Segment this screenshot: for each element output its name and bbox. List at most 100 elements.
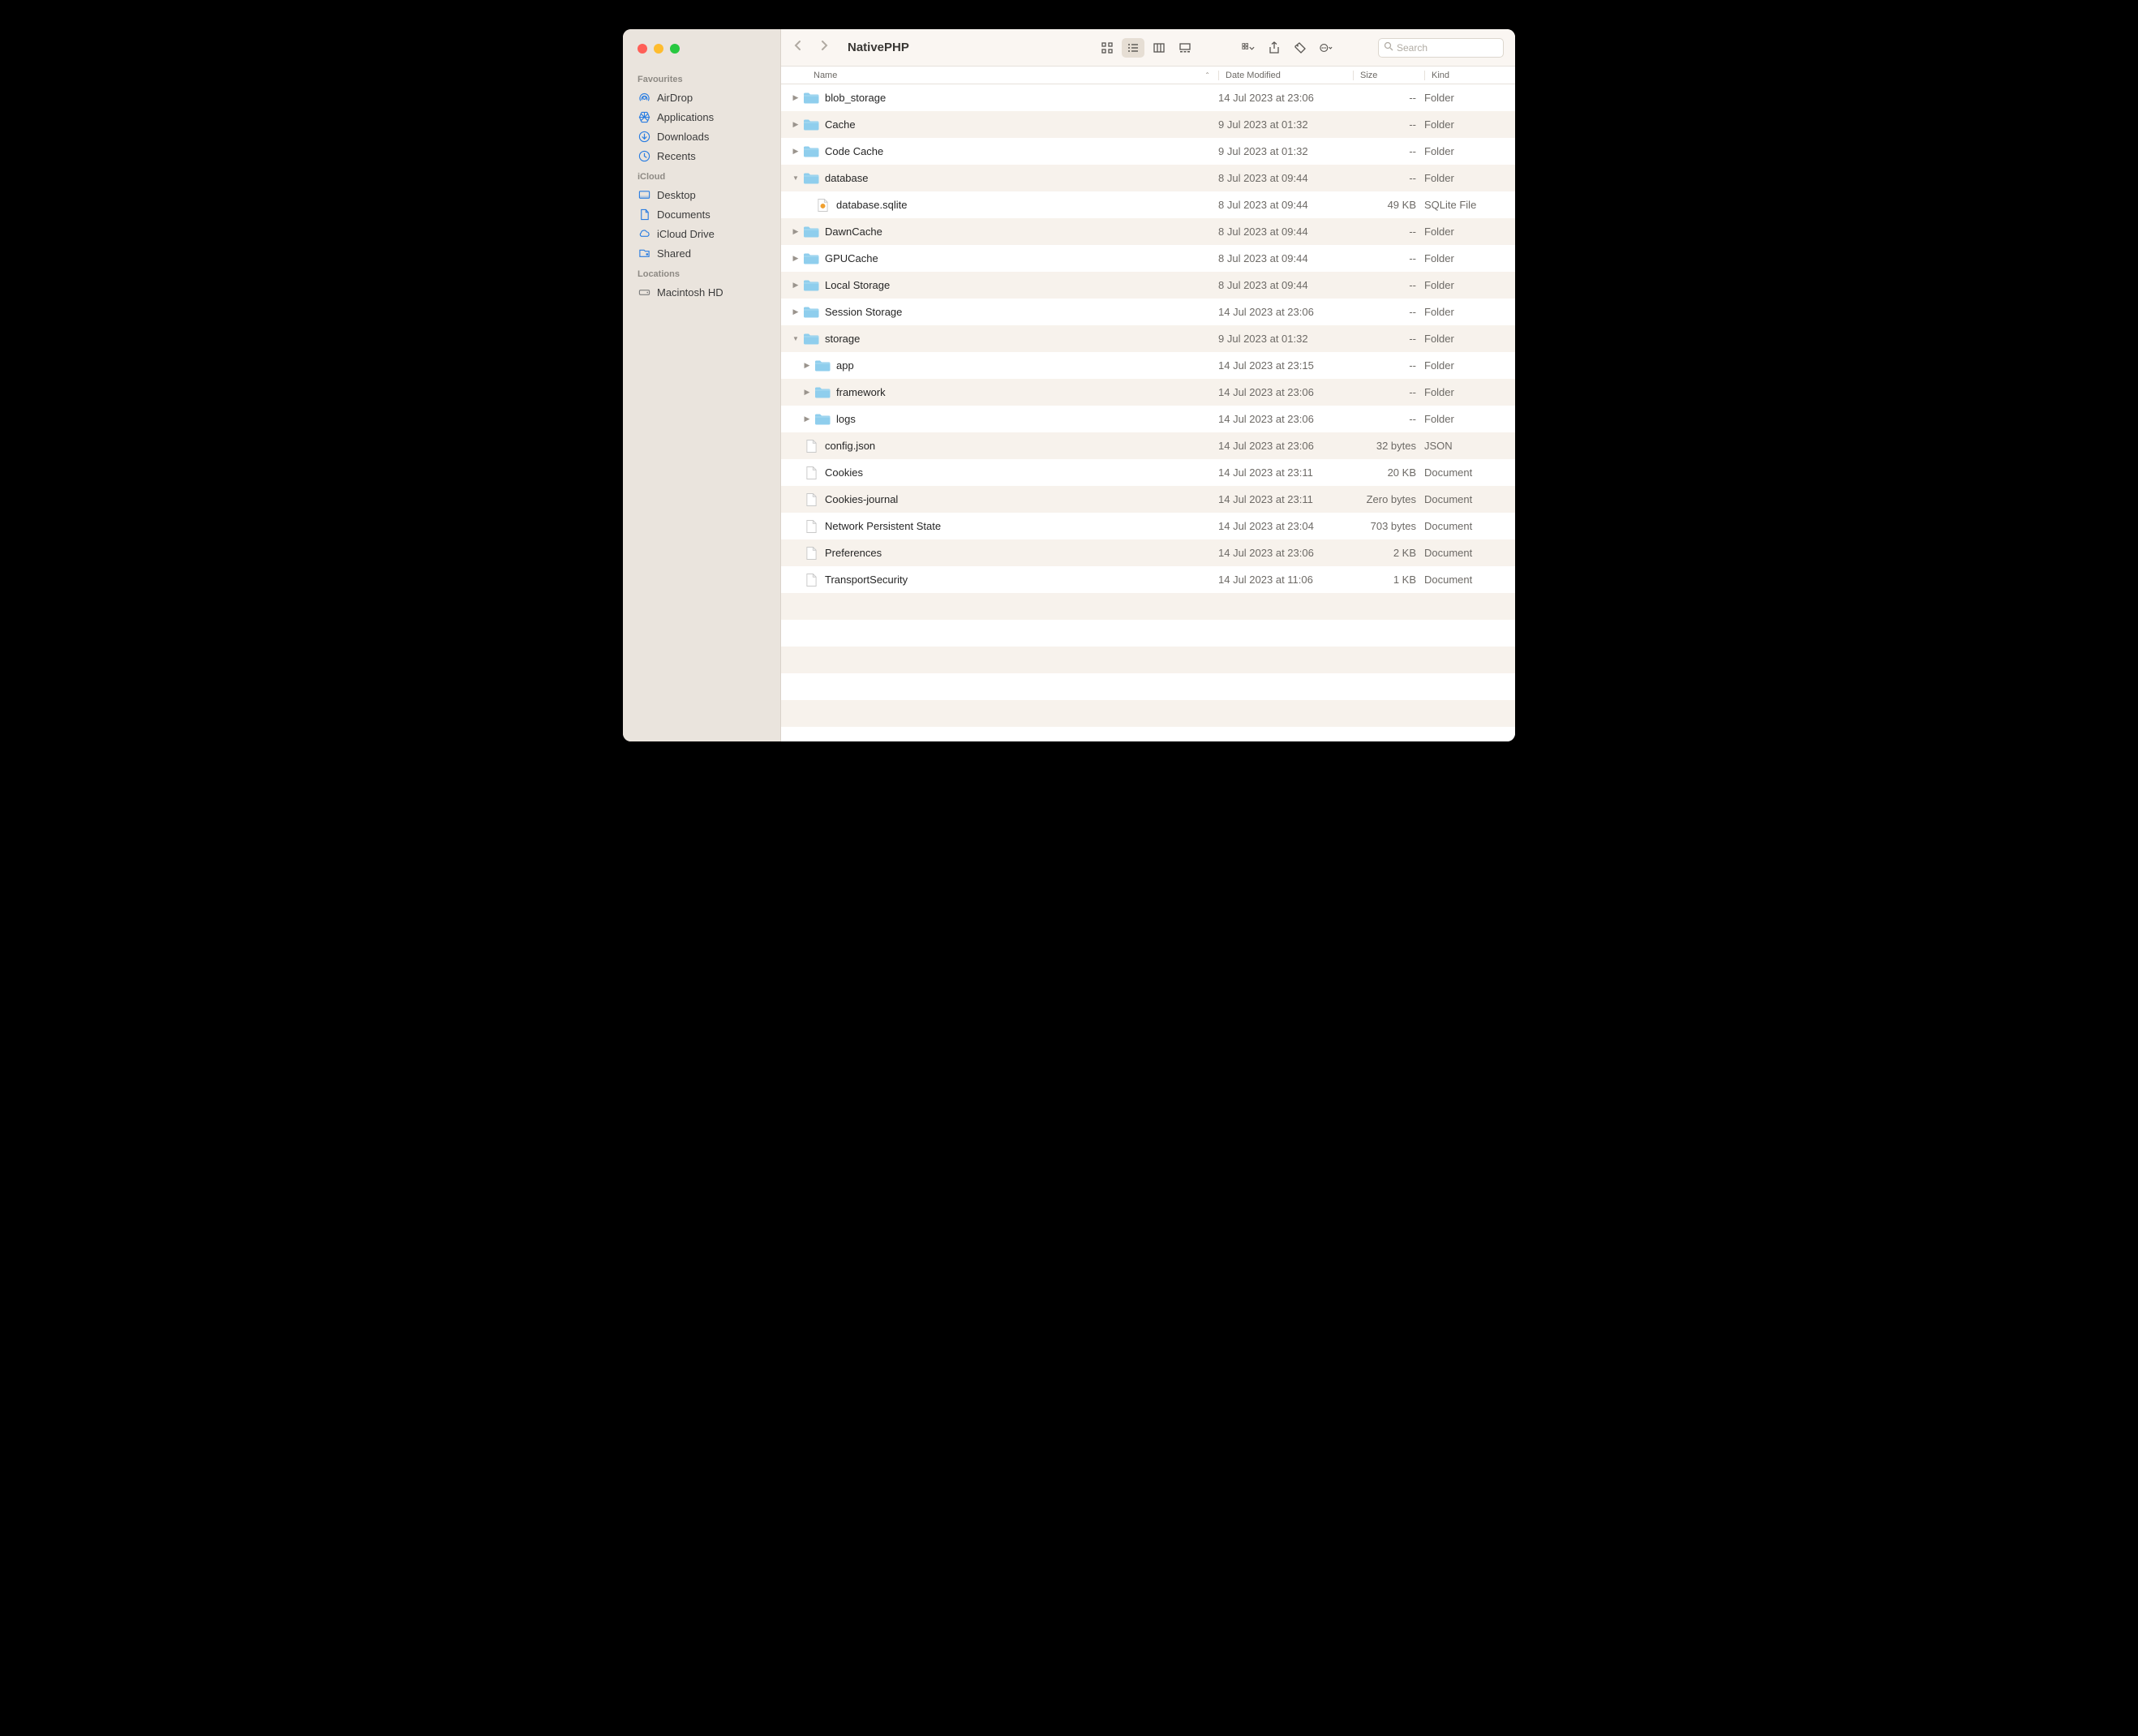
file-kind: Folder: [1424, 359, 1515, 372]
file-name: Cache: [825, 118, 1218, 131]
file-date: 8 Jul 2023 at 09:44: [1218, 199, 1353, 211]
sidebar-item-shared[interactable]: Shared: [623, 243, 780, 263]
column-view-button[interactable]: [1148, 38, 1170, 58]
file-list[interactable]: ▶ blob_storage 14 Jul 2023 at 23:06 -- Folde…: [781, 84, 1515, 741]
search-input[interactable]: [1397, 42, 1515, 54]
column-header-row: Name ⌃ Date Modified Size Kind: [781, 67, 1515, 84]
file-size: 1 KB: [1353, 574, 1424, 586]
file-date: 9 Jul 2023 at 01:32: [1218, 118, 1353, 131]
sidebar-item-airdrop[interactable]: AirDrop: [623, 88, 780, 107]
list-view-button[interactable]: [1122, 38, 1144, 58]
file-date: 14 Jul 2023 at 23:06: [1218, 306, 1353, 318]
file-kind: Folder: [1424, 92, 1515, 104]
disclosure-triangle[interactable]: ▼: [791, 174, 801, 182]
file-icon: [802, 491, 820, 509]
file-date: 8 Jul 2023 at 09:44: [1218, 279, 1353, 291]
disclosure-triangle[interactable]: ▶: [791, 120, 801, 129]
disclosure-triangle[interactable]: ▶: [791, 147, 801, 156]
empty-row: [781, 620, 1515, 647]
file-row[interactable]: ▶Cache9 Jul 2023 at 01:32--Folder: [781, 111, 1515, 138]
sidebar-item-downloads[interactable]: Downloads: [623, 127, 780, 146]
file-row[interactable]: ▶Code Cache9 Jul 2023 at 01:32--Folder: [781, 138, 1515, 165]
icon-view-button[interactable]: [1096, 38, 1118, 58]
sidebar-item-macintosh-hd[interactable]: Macintosh HD: [623, 282, 780, 302]
file-kind: Document: [1424, 520, 1515, 532]
disclosure-triangle[interactable]: ▶: [802, 415, 812, 423]
disclosure-triangle[interactable]: ▶: [791, 254, 801, 263]
actions-button[interactable]: [1315, 38, 1337, 58]
search-field[interactable]: [1378, 38, 1504, 58]
file-kind: Folder: [1424, 413, 1515, 425]
file-size: Zero bytes: [1353, 493, 1424, 505]
file-row[interactable]: ▶Local Storage8 Jul 2023 at 09:44--Folde…: [781, 272, 1515, 299]
sort-ascending-icon: ⌃: [1204, 71, 1210, 79]
forward-button[interactable]: [818, 40, 830, 55]
file-kind: Folder: [1424, 306, 1515, 318]
file-row[interactable]: Network Persistent State14 Jul 2023 at 2…: [781, 513, 1515, 539]
sidebar-item-icloud-drive[interactable]: iCloud Drive: [623, 224, 780, 243]
file-row[interactable]: Cookies14 Jul 2023 at 23:1120 KBDocument: [781, 459, 1515, 486]
column-header-size[interactable]: Size: [1353, 71, 1424, 80]
apps-icon: [638, 110, 650, 123]
folder-icon: [802, 89, 820, 107]
file-size: 32 bytes: [1353, 440, 1424, 452]
column-header-date[interactable]: Date Modified: [1218, 71, 1353, 80]
file-name: blob_storage: [825, 92, 1218, 104]
file-row[interactable]: ▶logs14 Jul 2023 at 23:06--Folder: [781, 406, 1515, 432]
file-row[interactable]: ▶DawnCache8 Jul 2023 at 09:44--Folder: [781, 218, 1515, 245]
share-button[interactable]: [1263, 38, 1286, 58]
sidebar-item-documents[interactable]: Documents: [623, 204, 780, 224]
file-date: 14 Jul 2023 at 23:11: [1218, 493, 1353, 505]
file-row[interactable]: ▼database8 Jul 2023 at 09:44--Folder: [781, 165, 1515, 191]
file-name: Code Cache: [825, 145, 1218, 157]
file-kind: Folder: [1424, 386, 1515, 398]
sidebar: Favourites AirDrop Applications Download…: [623, 29, 781, 741]
tags-button[interactable]: [1289, 38, 1312, 58]
file-size: 20 KB: [1353, 466, 1424, 479]
disclosure-triangle[interactable]: ▶: [802, 361, 812, 370]
sidebar-section-locations: Locations: [623, 263, 780, 282]
group-by-button[interactable]: [1237, 38, 1260, 58]
minimize-window-button[interactable]: [654, 44, 663, 54]
disclosure-triangle[interactable]: ▶: [791, 227, 801, 236]
file-row[interactable]: ▶blob_storage14 Jul 2023 at 23:06--Folde…: [781, 84, 1515, 111]
file-size: --: [1353, 279, 1424, 291]
zoom-window-button[interactable]: [670, 44, 680, 54]
sidebar-item-applications[interactable]: Applications: [623, 107, 780, 127]
file-row[interactable]: Cookies-journal14 Jul 2023 at 23:11Zero …: [781, 486, 1515, 513]
back-button[interactable]: [792, 40, 804, 55]
sidebar-section-icloud: iCloud: [623, 165, 780, 185]
file-row[interactable]: Preferences14 Jul 2023 at 23:062 KBDocum…: [781, 539, 1515, 566]
disclosure-triangle[interactable]: ▶: [802, 388, 812, 397]
sidebar-item-desktop[interactable]: Desktop: [623, 185, 780, 204]
disclosure-triangle[interactable]: ▶: [791, 93, 801, 102]
sidebar-item-recents[interactable]: Recents: [623, 146, 780, 165]
file-date: 14 Jul 2023 at 23:06: [1218, 413, 1353, 425]
file-icon: [802, 464, 820, 482]
sidebar-item-label: Documents: [657, 208, 711, 221]
file-row[interactable]: ▶framework14 Jul 2023 at 23:06--Folder: [781, 379, 1515, 406]
file-row[interactable]: ▼storage9 Jul 2023 at 01:32--Folder: [781, 325, 1515, 352]
folder-icon: [814, 357, 831, 375]
file-date: 14 Jul 2023 at 23:06: [1218, 386, 1353, 398]
main-content: NativePHP Name: [781, 29, 1515, 741]
file-row[interactable]: ▶app14 Jul 2023 at 23:15--Folder: [781, 352, 1515, 379]
column-header-name[interactable]: Name ⌃: [814, 71, 1218, 80]
window-title: NativePHP: [848, 41, 909, 54]
file-row[interactable]: ▶Session Storage14 Jul 2023 at 23:06--Fo…: [781, 299, 1515, 325]
file-icon: [802, 544, 820, 562]
file-row[interactable]: TransportSecurity14 Jul 2023 at 11:061 K…: [781, 566, 1515, 593]
file-name: Cookies-journal: [825, 493, 1218, 505]
close-window-button[interactable]: [638, 44, 647, 54]
file-row[interactable]: database.sqlite8 Jul 2023 at 09:4449 KBS…: [781, 191, 1515, 218]
gallery-view-button[interactable]: [1174, 38, 1196, 58]
file-kind: Document: [1424, 574, 1515, 586]
file-size: --: [1353, 172, 1424, 184]
disclosure-triangle[interactable]: ▶: [791, 307, 801, 316]
disclosure-triangle[interactable]: ▼: [791, 335, 801, 342]
disclosure-triangle[interactable]: ▶: [791, 281, 801, 290]
file-row[interactable]: ▶GPUCache8 Jul 2023 at 09:44--Folder: [781, 245, 1515, 272]
file-row[interactable]: config.json14 Jul 2023 at 23:0632 bytesJ…: [781, 432, 1515, 459]
folder-icon: [802, 170, 820, 187]
column-header-kind[interactable]: Kind: [1424, 71, 1515, 80]
